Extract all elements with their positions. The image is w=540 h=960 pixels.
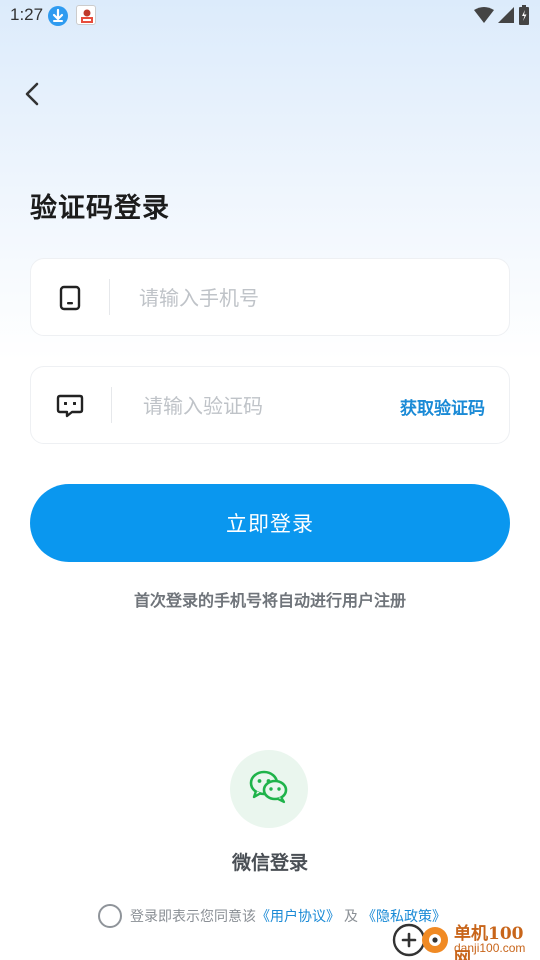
wechat-login-button[interactable] xyxy=(230,750,308,828)
phone-input[interactable] xyxy=(139,281,389,315)
agreement-prefix: 登录即表示您同意该 xyxy=(130,909,256,925)
watermark-url: danji100.com xyxy=(454,941,526,955)
message-icon xyxy=(55,391,85,421)
user-agreement-link[interactable]: 《用户协议》 xyxy=(256,906,340,926)
status-time: 1:27 xyxy=(10,5,44,24)
battery-icon xyxy=(518,5,530,29)
download-icon xyxy=(48,6,68,26)
signal-icon xyxy=(498,7,514,27)
phone-field xyxy=(30,258,510,336)
field-divider xyxy=(111,387,112,423)
wechat-icon xyxy=(249,770,289,808)
verification-code-field: 获取验证码 xyxy=(30,366,510,444)
back-button[interactable] xyxy=(14,78,50,114)
agreement-checkbox[interactable] xyxy=(98,904,122,928)
app-notification-icon xyxy=(76,5,96,25)
watermark-logo-icon xyxy=(392,920,450,958)
verification-code-input[interactable] xyxy=(143,389,393,423)
wifi-icon xyxy=(474,7,494,27)
agreement-conjunction: 及 xyxy=(344,909,358,925)
wechat-login-label: 微信登录 xyxy=(231,852,308,874)
phone-icon xyxy=(55,283,85,313)
watermark: 单机100网 danji100.com xyxy=(392,918,540,960)
status-bar: 1:27 xyxy=(0,0,540,32)
page-title: 验证码登录 xyxy=(30,193,170,224)
get-code-button[interactable]: 获取验证码 xyxy=(400,394,485,419)
login-button[interactable]: 立即登录 xyxy=(30,484,510,562)
chevron-left-icon xyxy=(22,81,42,111)
field-divider xyxy=(109,279,110,315)
auto-register-hint: 首次登录的手机号将自动进行用户注册 xyxy=(133,591,406,610)
status-icons xyxy=(474,5,530,29)
